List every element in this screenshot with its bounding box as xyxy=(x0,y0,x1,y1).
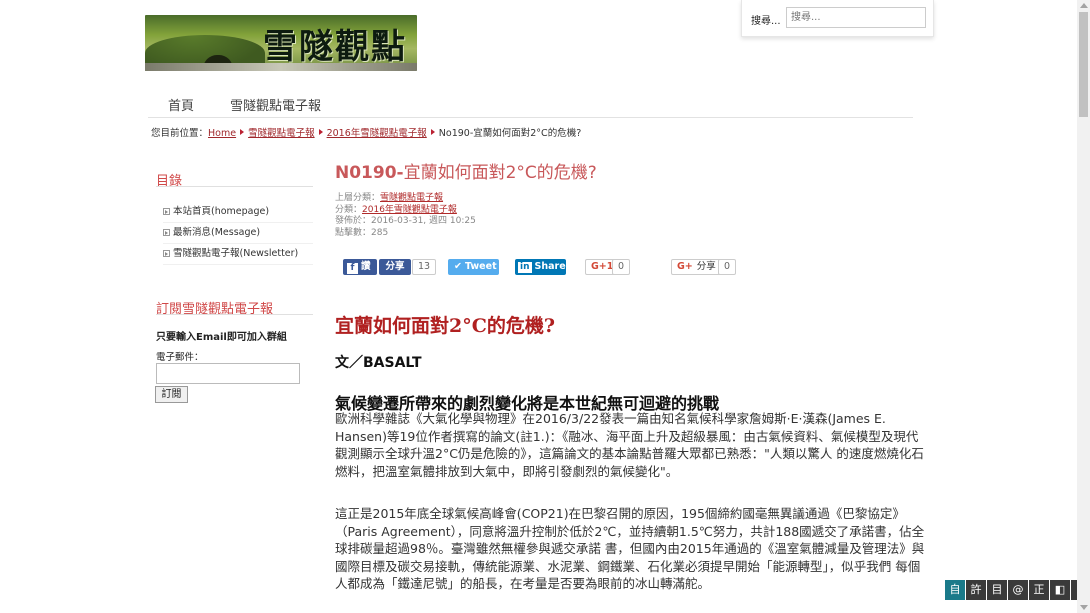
toolbar-button-correct[interactable]: 正 xyxy=(1029,580,1049,600)
sidebar-item-label: 雪隧觀點電子報(Newsletter) xyxy=(173,248,299,259)
breadcrumb-link-year[interactable]: 2016年雪隧觀點電子報 xyxy=(327,128,427,139)
search-box: 搜尋... xyxy=(741,0,934,37)
bullet-arrow-icon xyxy=(163,208,170,215)
scroll-down-icon[interactable] xyxy=(1080,605,1088,610)
scroll-thumb[interactable] xyxy=(1079,12,1088,117)
tweet-button[interactable]: ✔ Tweet xyxy=(448,259,499,275)
subscribe-note: 只要輸入Email即可加入群組 xyxy=(156,332,287,343)
breadcrumb-arrow-icon xyxy=(318,129,323,135)
logo-title: 雪隧觀點 xyxy=(263,27,407,67)
breadcrumb-arrow-icon xyxy=(430,129,435,135)
subscribe-button[interactable]: 訂閱 xyxy=(155,386,188,403)
toolbar-button-self[interactable]: 自 xyxy=(945,580,965,600)
breadcrumb-current: No190-宜蘭如何面對2°C的危機? xyxy=(438,128,582,139)
site-logo[interactable]: 雪隧觀點 xyxy=(145,15,417,71)
facebook-count: 13 xyxy=(412,259,437,275)
toolbar-contrast-icon[interactable]: ◧ xyxy=(1050,580,1070,600)
breadcrumb-link-newsletter[interactable]: 雪隧觀點電子報 xyxy=(248,128,315,139)
meta-parent-link[interactable]: 雪隧觀點電子報 xyxy=(380,193,443,203)
breadcrumb-prefix: 您目前位置： xyxy=(151,128,209,139)
article-title-main: 宜蘭如何面對2°C的危機? xyxy=(403,163,597,183)
facebook-like-label: 讚 xyxy=(361,261,371,272)
nav-item-newsletter[interactable]: 雪隧觀點電子報 xyxy=(230,95,321,114)
page-scrollbar[interactable] xyxy=(1077,0,1090,613)
meta-hits: 點擊數：285 xyxy=(335,227,389,238)
nav-item-home[interactable]: 首頁 xyxy=(168,95,194,114)
toolbar-button-permit[interactable]: 許 xyxy=(966,580,986,600)
gplus-icon: G+ xyxy=(677,261,693,272)
gplus-one-count: 0 xyxy=(612,259,631,275)
sidebar-item-message[interactable]: 最新消息(Message) xyxy=(163,224,313,244)
breadcrumb: 您目前位置：Home 雪隧觀點電子報 2016年雪隧觀點電子報 No190-宜蘭如何面… xyxy=(151,125,581,139)
tweet-label: Tweet xyxy=(464,261,497,272)
toolbar-button-at[interactable]: @ xyxy=(1008,580,1028,600)
sidebar-item-label: 最新消息(Message) xyxy=(173,227,261,238)
search-label: 搜尋... xyxy=(751,16,781,27)
search-input[interactable] xyxy=(786,7,926,28)
twitter-icon: ✔ xyxy=(454,261,462,272)
breadcrumb-link-home[interactable]: Home xyxy=(208,128,236,139)
bullet-arrow-icon xyxy=(163,229,170,236)
sidebar-item-label: 本站首頁(homepage) xyxy=(173,206,270,217)
facebook-like-button[interactable]: f讚 xyxy=(343,259,377,275)
scroll-up-icon[interactable] xyxy=(1080,3,1088,8)
article-paragraph-1: 歐洲科學雜誌《大氣化學與物理》在2016/3/22發表一篇由知名氣候科學家詹姆斯… xyxy=(335,411,924,479)
article-title: N0190-宜蘭如何面對2°C的危機? xyxy=(335,158,597,183)
linkedin-label: Share xyxy=(534,261,566,272)
breadcrumb-arrow-icon xyxy=(240,129,245,135)
meta-parent-label: 上層分類： xyxy=(335,193,381,203)
email-label: 電子郵件： xyxy=(156,352,204,363)
sidebar-divider xyxy=(156,186,313,187)
linkedin-share-button[interactable]: in Share xyxy=(515,259,566,275)
article-meta: 上層分類：雪隧觀點電子報 分類：2016年雪隧觀點電子報 發佈於：2016-03… xyxy=(335,193,476,239)
facebook-share-button[interactable]: 分享 xyxy=(379,259,411,275)
sidebar-item-newsletter[interactable]: 雪隧觀點電子報(Newsletter) xyxy=(163,245,313,265)
meta-published: 發佈於：2016-03-31, 週四 10:25 xyxy=(335,216,476,226)
gplus-share-label: 分享 xyxy=(696,261,716,272)
sidebar-divider xyxy=(156,314,313,315)
gplus-share-count: 0 xyxy=(718,259,737,275)
article-byline: 文／BASALT xyxy=(335,355,422,371)
bullet-arrow-icon xyxy=(163,250,170,257)
article-title-prefix: N0190- xyxy=(335,163,404,183)
toolbar-button-eye[interactable]: 目 xyxy=(987,580,1007,600)
article-paragraph-2: 這正是2015年底全球氣候高峰會(COP21)在巴黎召開的原因，195個締約國毫… xyxy=(335,506,925,591)
accessibility-toolbar: 自 許 目 @ 正 ◧ ⚙ xyxy=(945,580,1090,600)
linkedin-icon: in xyxy=(518,262,532,273)
main-nav: 首頁 雪隧觀點電子報 xyxy=(148,88,913,118)
email-field[interactable] xyxy=(156,363,300,384)
article-heading: 宜蘭如何面對2°C的危機? xyxy=(335,315,555,337)
meta-category-label: 分類： xyxy=(335,204,363,215)
gplus-share-button[interactable]: G+ 分享 xyxy=(671,259,722,275)
sidebar-item-homepage[interactable]: 本站首頁(homepage) xyxy=(163,203,313,223)
facebook-icon: f xyxy=(347,263,358,274)
meta-category-link[interactable]: 2016年雪隧觀點電子報 xyxy=(362,205,457,215)
